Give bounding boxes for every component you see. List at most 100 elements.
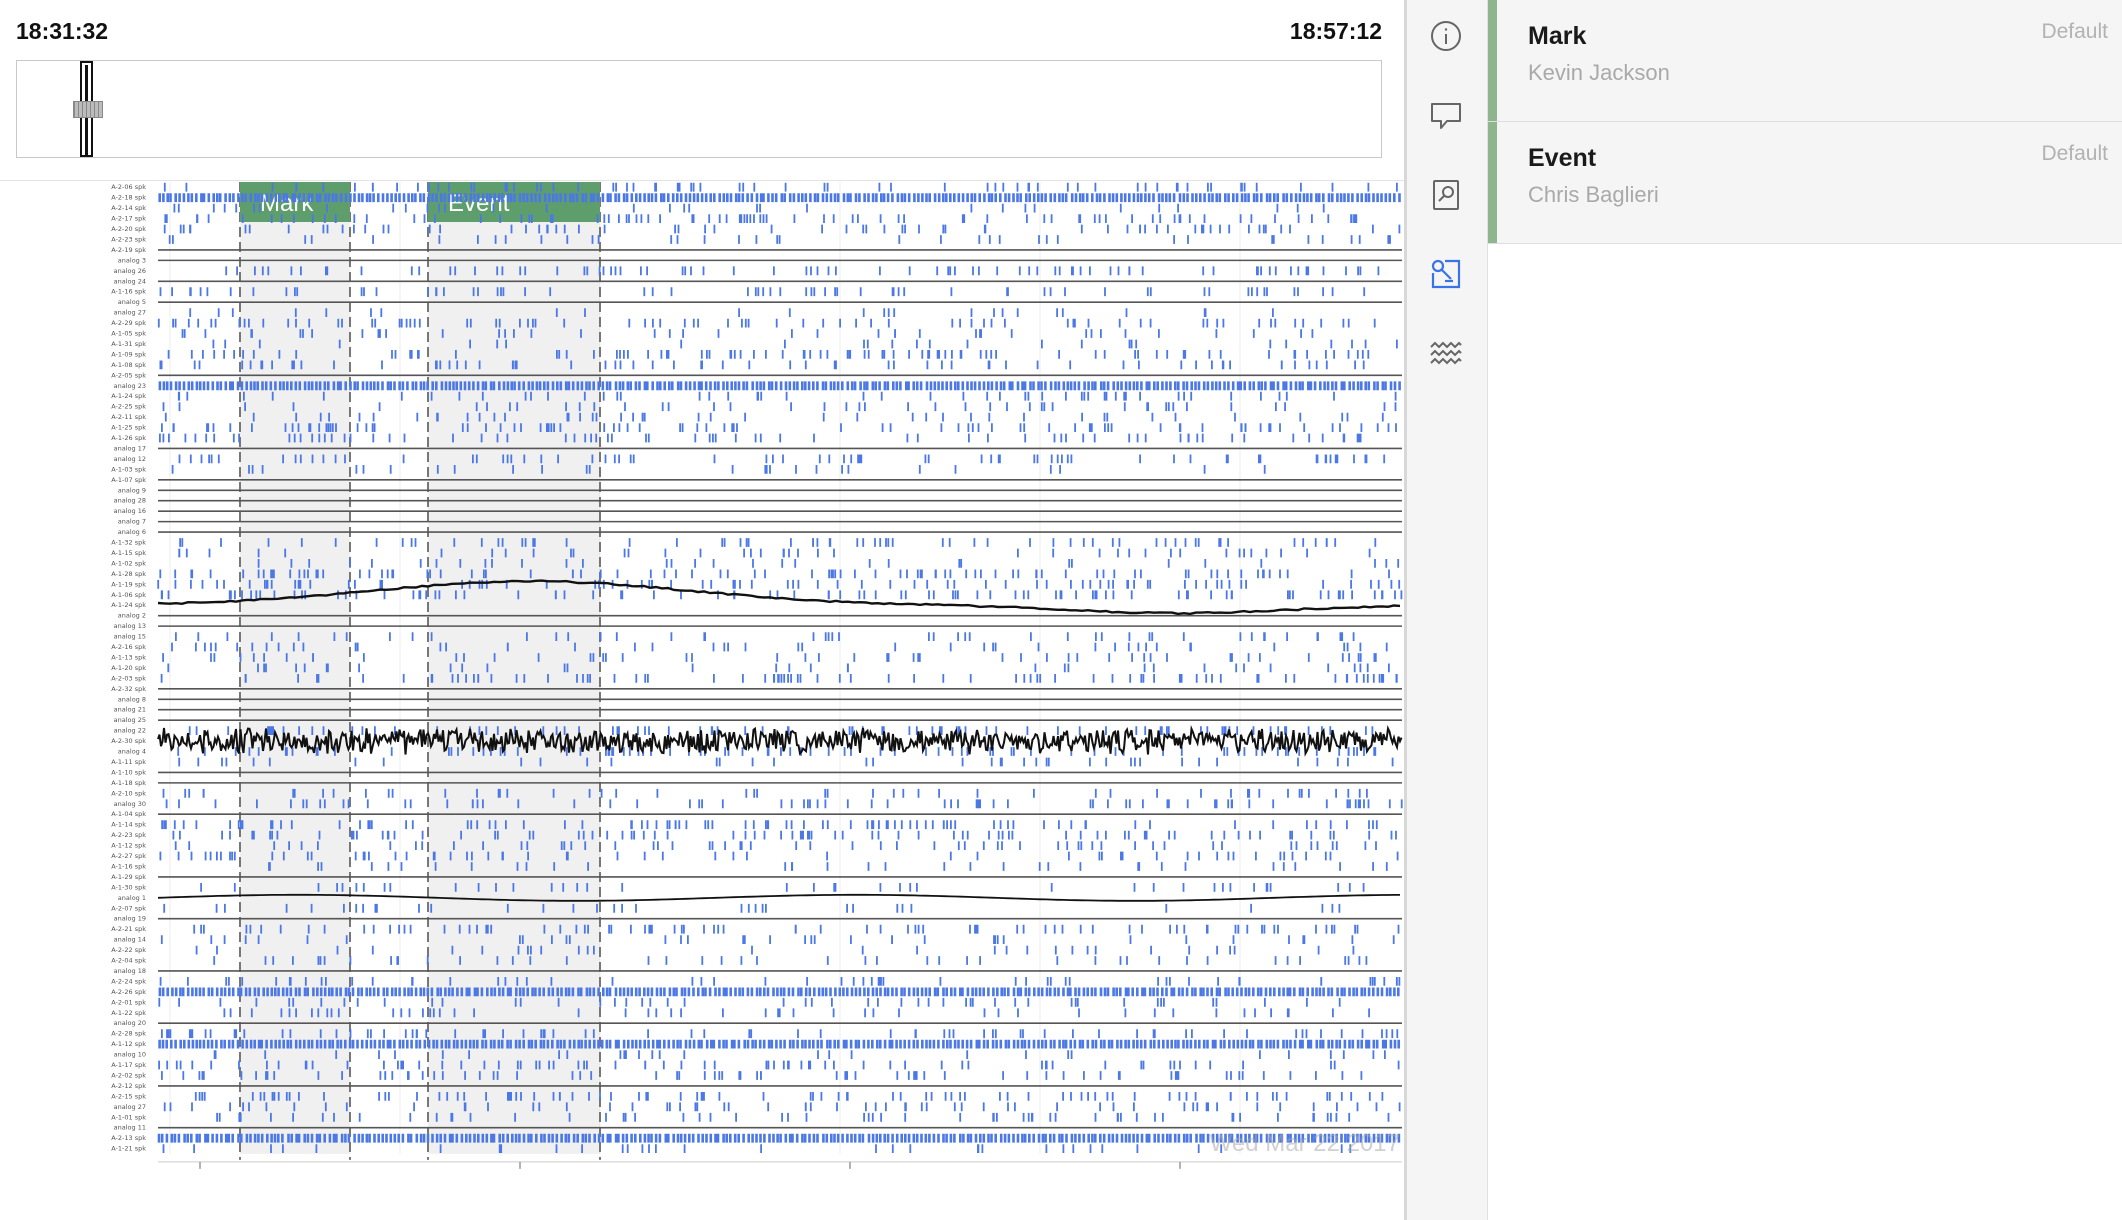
channel-label: A-2-11 spk: [111, 413, 146, 421]
spike-raster-plot[interactable]: Mark EventA-2-06 spkA-2-18 spkA-2-14 spkA…: [0, 182, 1404, 1182]
channel-label: analog 12: [114, 455, 146, 463]
channel-label: A-2-23 spk: [111, 235, 146, 243]
channel-label: analog 16: [114, 507, 146, 515]
date-watermark: Wed Mar 22 2017: [1210, 1130, 1400, 1157]
time-tick-label: 8:32:45: [162, 1177, 239, 1182]
channel-label: analog 22: [114, 727, 146, 735]
channel-label: A-2-30 spk: [111, 737, 146, 745]
channel-label: A-2-15 spk: [111, 1092, 146, 1100]
waveform-icon[interactable]: [1429, 338, 1463, 372]
time-tick-label: 18:32:49: [475, 1177, 565, 1182]
annotations-panel: Mark Kevin Jackson Default Event Chris B…: [1488, 0, 2122, 1220]
spike-train: [193, 924, 1400, 934]
channel-label: analog 13: [114, 622, 146, 630]
icon-rail: [1404, 0, 1488, 1220]
annotation-edit-icon[interactable]: [1429, 257, 1463, 291]
region-shade: [240, 182, 350, 1154]
annotation-accent-bar: [1488, 0, 1497, 121]
channel-label: A-1-11 spk: [111, 758, 146, 766]
spike-train: [165, 799, 1403, 809]
spike-train: [167, 663, 1390, 673]
channel-label: A-2-17 spk: [111, 215, 146, 223]
spike-train: [175, 632, 1355, 641]
overview-timeline[interactable]: [16, 60, 1382, 158]
overview-end-time: 18:57:12: [1289, 18, 1382, 44]
spike-train: [160, 935, 1395, 944]
spike-train: [158, 381, 1401, 391]
channel-label: analog 11: [114, 1124, 146, 1132]
channel-label: analog 9: [118, 486, 146, 494]
spike-train: [181, 329, 1314, 338]
annotation-title: Mark: [1528, 22, 1587, 50]
time-tick-label: 18:32:57: [1135, 1177, 1225, 1182]
channel-label: analog 7: [118, 518, 146, 526]
channel-label: A-1-31 spk: [111, 340, 146, 348]
channel-label: A-2-13 spk: [111, 1134, 146, 1142]
channel-label: analog 18: [114, 967, 146, 975]
info-icon[interactable]: [1429, 19, 1463, 53]
channel-label: A-1-20 spk: [111, 664, 146, 672]
annotation-tag: Default: [2041, 20, 2108, 43]
annotation-author: Kevin Jackson: [1528, 60, 1670, 85]
search-document-icon[interactable]: [1429, 178, 1463, 212]
channel-label: analog 27: [114, 309, 146, 317]
channel-label: analog 6: [118, 528, 146, 536]
spike-train: [178, 548, 1371, 558]
channel-label: A-2-12 spk: [111, 1082, 146, 1090]
channel-label: A-2-24 spk: [111, 977, 146, 985]
channel-label: A-1-04 spk: [111, 810, 146, 818]
overview-divider: [0, 180, 1404, 181]
channel-label: analog 20: [114, 1019, 146, 1027]
channel-label: analog 17: [114, 444, 146, 452]
channel-label: A-2-22 spk: [111, 946, 146, 954]
channel-label: analog 30: [114, 800, 146, 808]
channel-label: A-1-03 spk: [111, 465, 146, 473]
channel-label: A-1-16 spk: [111, 862, 146, 870]
channel-label: A-2-16 spk: [111, 643, 146, 651]
spike-train: [172, 830, 1397, 840]
comment-icon[interactable]: [1429, 99, 1463, 133]
channel-label: analog 27: [114, 1103, 146, 1111]
channel-label: A-1-18 spk: [111, 779, 146, 787]
channel-label: A-2-19 spk: [111, 246, 146, 254]
channel-label: A-1-19 spk: [111, 580, 146, 588]
channel-label: A-1-29 spk: [111, 873, 146, 881]
annotation-accent-bar: [1488, 122, 1497, 243]
channel-label: A-1-32 spk: [111, 539, 146, 547]
channel-label: A-2-10 spk: [111, 789, 146, 797]
channel-label: A-1-28 spk: [111, 570, 146, 578]
channel-label: analog 28: [114, 497, 146, 505]
annotation-item-event[interactable]: Event Chris Baglieri Default: [1488, 122, 2122, 244]
channel-label: A-1-01 spk: [111, 1113, 146, 1121]
channel-label: A-1-02 spk: [111, 559, 146, 567]
channel-label: A-1-30 spk: [111, 883, 146, 891]
channel-label: A-2-02 spk: [111, 1071, 146, 1079]
spike-train: [168, 235, 1391, 244]
channel-label: A-2-06 spk: [111, 183, 146, 191]
channel-label: analog 26: [114, 267, 146, 275]
channel-label: analog 8: [118, 695, 146, 703]
overview-drag-grip[interactable]: [73, 101, 103, 118]
channel-label: A-2-26 spk: [111, 988, 146, 996]
spike-train: [171, 642, 1388, 652]
channel-label: A-1-14 spk: [111, 821, 146, 829]
channel-label: A-2-28 spk: [111, 1030, 146, 1038]
spike-train: [194, 1092, 1384, 1101]
spike-train: [177, 391, 1397, 401]
region-shade: [428, 182, 600, 1154]
channel-label: analog 14: [114, 936, 146, 944]
channel-label: A-2-05 spk: [111, 371, 146, 379]
spike-train: [179, 538, 1377, 547]
channel-label: A-2-07 spk: [111, 904, 146, 912]
annotation-item-mark[interactable]: Mark Kevin Jackson Default: [1488, 0, 2122, 122]
channel-label: A-2-04 spk: [111, 957, 146, 965]
channel-label: A-1-12 spk: [111, 842, 146, 850]
channel-label: A-2-25 spk: [111, 403, 146, 411]
spike-train: [216, 1112, 1390, 1122]
channel-label: A-2-20 spk: [111, 225, 146, 233]
time-tick-label: 18:32:53: [805, 1177, 895, 1182]
spike-train: [178, 454, 1386, 464]
channel-label: A-2-18 spk: [111, 194, 146, 202]
channel-label: A-1-10 spk: [111, 768, 146, 776]
channel-label: A-1-25 spk: [111, 424, 146, 432]
